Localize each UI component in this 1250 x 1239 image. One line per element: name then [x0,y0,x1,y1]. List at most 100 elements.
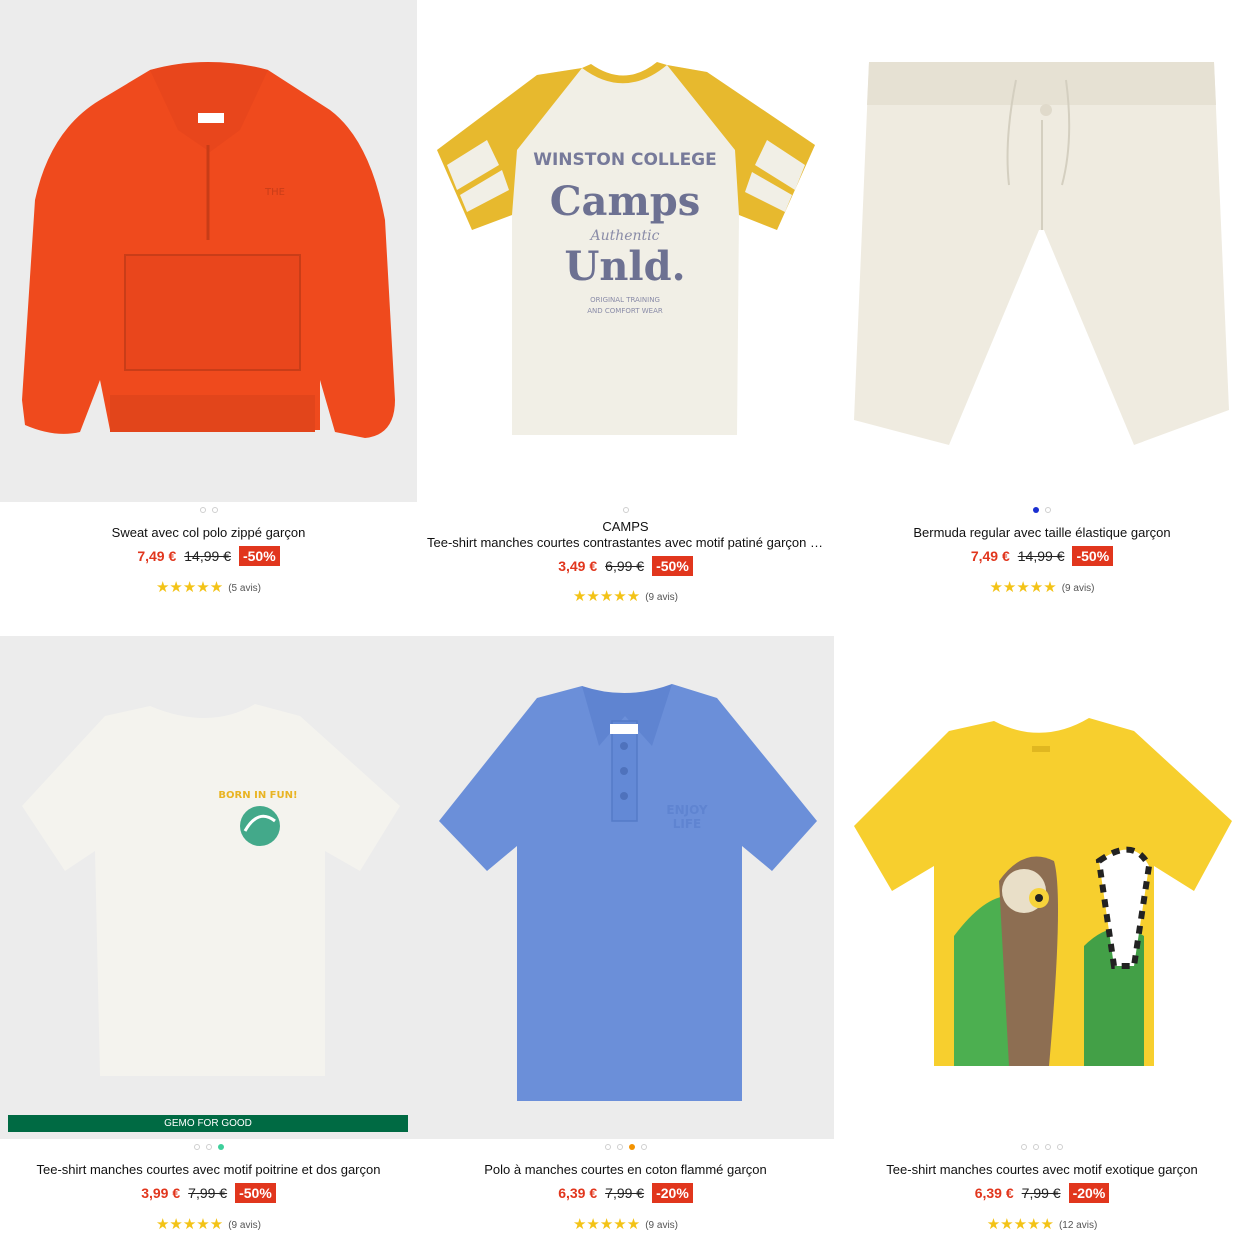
rating[interactable]: ★★★★★ (9 avis) [417,589,834,605]
product-image[interactable]: BORN IN FUN! GEMO FOR GOOD [0,636,417,1139]
old-price: 14,99 € [184,548,231,564]
product-card-2[interactable]: WINSTON COLLEGE Camps Authentic Unld. OR… [417,0,834,636]
star-rating-icon: ★★★★★ [989,579,1057,596]
blue-polo-icon: ENJOY LIFE [439,684,817,1101]
price-block: 3,49 € 6,99 € -50% [417,556,834,576]
discount-badge: -20% [652,1183,693,1203]
rating[interactable]: ★★★★★ (9 avis) [417,1217,834,1233]
old-price: 7,99 € [605,1185,645,1201]
svg-text:Unld.: Unld. [564,243,685,290]
product-image[interactable]: WINSTON COLLEGE Camps Authentic Unld. OR… [417,0,834,502]
price-block: 6,39 € 7,99 € -20% [834,1183,1250,1203]
review-count: (9 avis) [228,1219,262,1231]
carousel-dot[interactable] [616,1144,623,1150]
carousel-dot[interactable] [199,507,206,513]
carousel-dot[interactable] [622,507,629,513]
product-title[interactable]: Tee-shirt manches courtes contrastantes … [417,535,834,551]
carousel-dot[interactable] [1033,1144,1039,1150]
rating[interactable]: ★★★★★ (9 avis) [834,580,1250,596]
review-count: (9 avis) [645,591,679,603]
product-card-3[interactable]: Bermuda regular avec taille élastique ga… [834,0,1250,636]
carousel-dot[interactable] [1045,1144,1051,1150]
review-count: (9 avis) [645,1219,679,1231]
rating[interactable]: ★★★★★ (12 avis) [834,1217,1250,1233]
current-price: 7,49 € [970,548,1010,564]
current-price: 3,99 € [141,1185,181,1201]
svg-text:BORN IN FUN!: BORN IN FUN! [218,790,297,801]
svg-text:ENJOY: ENJOY [666,803,707,817]
carousel-dot[interactable] [205,1144,212,1150]
discount-badge: -50% [1072,546,1114,566]
svg-text:AND COMFORT WEAR: AND COMFORT WEAR [587,307,663,315]
product-card-4[interactable]: BORN IN FUN! GEMO FOR GOOD Tee-shirt man… [0,636,417,1239]
carousel-dot[interactable] [217,1144,224,1150]
star-rating-icon: ★★★★★ [986,1216,1054,1233]
current-price: 7,49 € [137,548,177,564]
price-block: 3,99 € 7,99 € -50% [0,1183,417,1203]
discount-badge: -50% [235,1183,276,1203]
product-brand: CAMPS [602,519,649,534]
carousel-dots[interactable] [834,503,1250,517]
product-title[interactable]: Bermuda regular avec taille élastique ga… [834,525,1250,541]
star-rating-icon: ★★★★★ [155,579,224,596]
price-block: 7,49 € 14,99 € -50% [0,546,417,566]
discount-badge: -50% [238,546,280,566]
yellow-lemur-tshirt-icon [854,718,1232,1066]
carousel-dot[interactable] [628,1144,635,1150]
old-price: 6,99 € [605,558,645,574]
rating[interactable]: ★★★★★ (5 avis) [0,580,417,596]
carousel-dot[interactable] [193,1144,200,1150]
price-block: 6,39 € 7,99 € -20% [417,1183,834,1203]
product-card-1[interactable]: THE Sweat avec col polo zippé garçon 7,4… [0,0,417,636]
svg-text:THE: THE [264,187,285,198]
review-count: (12 avis) [1058,1219,1098,1231]
product-image[interactable]: THE [0,0,417,502]
product-title[interactable]: Polo à manches courtes en coton flammé g… [417,1162,834,1178]
carousel-dots[interactable] [417,1140,834,1154]
product-card-5[interactable]: ENJOY LIFE Polo à manches courtes en cot… [417,636,834,1239]
discount-badge: -50% [652,556,693,576]
current-price: 3,49 € [558,558,598,574]
carousel-dots[interactable] [0,1140,417,1154]
raglan-tshirt-icon: WINSTON COLLEGE Camps Authentic Unld. OR… [437,62,815,435]
carousel-dot[interactable] [640,1144,647,1150]
svg-text:WINSTON COLLEGE: WINSTON COLLEGE [533,150,717,170]
shorts-icon [854,62,1229,445]
product-title[interactable]: Tee-shirt manches courtes avec motif poi… [0,1162,417,1178]
rating[interactable]: ★★★★★ (9 avis) [0,1217,417,1233]
product-image[interactable] [834,636,1250,1139]
svg-text:ORIGINAL TRAINING: ORIGINAL TRAINING [590,296,660,304]
carousel-dot[interactable] [604,1144,611,1150]
review-count: (9 avis) [1061,582,1095,594]
carousel-dot[interactable] [211,507,218,513]
white-tshirt-icon: BORN IN FUN! [22,704,400,1076]
discount-badge: -20% [1068,1183,1110,1203]
svg-text:Camps: Camps [550,178,701,225]
current-price: 6,39 € [558,1185,598,1201]
product-title[interactable]: Sweat avec col polo zippé garçon [0,525,417,541]
carousel-dots[interactable] [834,1140,1250,1154]
svg-text:Authentic: Authentic [588,228,659,244]
old-price: 7,99 € [188,1185,228,1201]
old-price: 14,99 € [1017,548,1065,564]
carousel-dot[interactable] [1021,1144,1027,1150]
star-rating-icon: ★★★★★ [155,1216,224,1233]
carousel-dots[interactable] [0,503,417,517]
gemo-for-good-badge: GEMO FOR GOOD [8,1115,408,1132]
orange-sweatshirt-icon: THE [22,62,395,438]
carousel-dots[interactable] [417,503,834,517]
review-count: (5 avis) [228,582,262,594]
svg-text:LIFE: LIFE [673,817,702,831]
price-block: 7,49 € 14,99 € -50% [834,546,1250,566]
carousel-dot[interactable] [1045,507,1051,513]
carousel-dot[interactable] [1033,507,1039,513]
current-price: 6,39 € [974,1185,1014,1201]
product-title[interactable]: Tee-shirt manches courtes avec motif exo… [834,1162,1250,1178]
carousel-dot[interactable] [1057,1144,1063,1150]
star-rating-icon: ★★★★★ [572,1216,641,1233]
star-rating-icon: ★★★★★ [572,588,641,605]
product-card-6[interactable]: Tee-shirt manches courtes avec motif exo… [834,636,1250,1239]
product-image[interactable]: ENJOY LIFE [417,636,834,1139]
product-grid: THE Sweat avec col polo zippé garçon 7,4… [0,0,1250,1239]
product-image[interactable] [834,0,1250,502]
